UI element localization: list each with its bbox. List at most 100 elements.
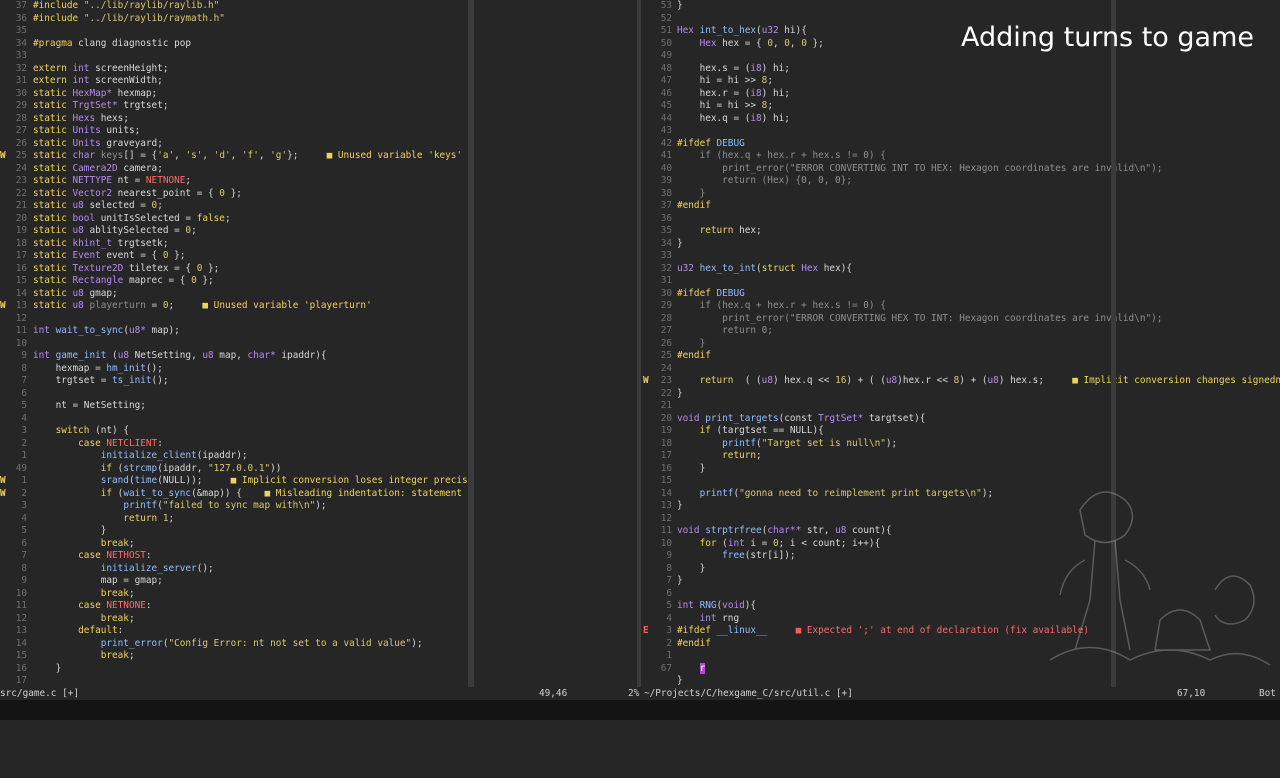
code-line[interactable]: 11 int wait_to_sync(u8* map);	[0, 325, 470, 338]
code-text[interactable]: }	[677, 388, 683, 401]
code-line[interactable]: 19 static u8 ablitySelected = 0;	[0, 225, 470, 238]
code-text[interactable]: }	[33, 663, 62, 676]
code-line[interactable]: 18 printf("Target set is null\n");	[641, 438, 1280, 451]
code-line[interactable]: W 25 static char keys[] = {'a', 's', 'd', …	[0, 150, 470, 163]
code-text[interactable]: initialize_server();	[33, 563, 214, 576]
code-text[interactable]: Hex hex = { 0, 0, 0 };	[677, 38, 824, 51]
command-line[interactable]	[0, 700, 1280, 720]
code-line[interactable]: 3 switch (nt) {	[0, 425, 470, 438]
code-line[interactable]: 32 extern int screenHeight;	[0, 63, 470, 76]
code-line[interactable]: 16 }	[0, 663, 470, 676]
code-text[interactable]: static Hexs hexs;	[33, 113, 129, 126]
code-text[interactable]: int wait_to_sync(u8* map);	[33, 325, 180, 338]
code-text[interactable]: static Units graveyard;	[33, 138, 163, 151]
code-line[interactable]: 30 #ifdef DEBUG	[641, 288, 1280, 301]
code-text[interactable]: switch (nt) {	[33, 425, 129, 438]
code-line[interactable]: 1 initialize_client(ipaddr);	[0, 450, 470, 463]
code-line[interactable]: 45 hi = hi >> 8;	[641, 100, 1280, 113]
code-line[interactable]: 8 hexmap = hm_init();	[0, 363, 470, 376]
code-text[interactable]: static Texture2D tiletex = { 0 };	[33, 263, 219, 276]
code-text[interactable]: #endif	[677, 200, 711, 213]
code-line[interactable]: W2 if (wait_to_sync(&map)) { ■ Misleadin…	[0, 488, 470, 501]
code-line[interactable]: 26 static Units graveyard;	[0, 138, 470, 151]
code-line[interactable]: 24 static Camera2D camera;	[0, 163, 470, 176]
code-text[interactable]: static u8 ablitySelected = 0;	[33, 225, 197, 238]
code-line[interactable]: 29 if (hex.q + hex.r + hex.s != 0) {	[641, 300, 1280, 313]
code-text[interactable]: void strptrfree(char** str, u8 count){	[677, 525, 892, 538]
code-line[interactable]: 10	[0, 338, 470, 351]
code-text[interactable]: static HexMap* hexmap;	[33, 88, 157, 101]
code-line[interactable]: 29 static TrgtSet* trgtset;	[0, 100, 470, 113]
code-text[interactable]: static bool unitIsSelected = false;	[33, 213, 231, 226]
code-line[interactable]: 44 hex.q = (i8) hi;	[641, 113, 1280, 126]
code-text[interactable]: #ifdef __linux__ ■ Expected ';' at end o…	[677, 625, 1089, 638]
code-line[interactable]: 18 static khint_t trgtsetk;	[0, 238, 470, 251]
code-line[interactable]: 9 int game_init (u8 NetSetting, u8 map, c…	[0, 350, 470, 363]
code-line[interactable]: 8 initialize_server();	[0, 563, 470, 576]
code-text[interactable]: int rng	[677, 613, 740, 626]
code-line[interactable]: 19 if (targtset == NULL){	[641, 425, 1280, 438]
code-text[interactable]: #include "../lib/raylib/raylib.h"	[33, 0, 219, 13]
code-line[interactable]: 49 if (strcmp(ipaddr, "127.0.0.1"))	[0, 463, 470, 476]
code-text[interactable]: #pragma clang diagnostic pop	[33, 38, 191, 51]
code-text[interactable]: srand(time(NULL)); ■ Implicit conversion…	[33, 475, 470, 488]
code-line[interactable]: 37 #endif	[641, 200, 1280, 213]
code-text[interactable]: static u8 selected = 0;	[33, 200, 163, 213]
code-text[interactable]: return 0;	[677, 325, 773, 338]
code-text[interactable]: static khint_t trgtsetk;	[33, 238, 168, 251]
code-line[interactable]: 2 case NETCLIENT:	[0, 438, 470, 451]
code-text[interactable]: return;	[677, 450, 762, 463]
code-text[interactable]: static Vector2 nearest_point = { 0 };	[33, 188, 242, 201]
code-text[interactable]: #include "../lib/raylib/raymath.h"	[33, 13, 225, 26]
code-text[interactable]: }	[677, 188, 706, 201]
code-text[interactable]: }	[677, 675, 683, 687]
code-line[interactable]: 46 hex.r = (i8) hi;	[641, 88, 1280, 101]
code-line[interactable]: 53}	[641, 0, 1280, 13]
code-line[interactable]: 4 return 1;	[0, 513, 470, 526]
code-text[interactable]: return hex;	[677, 225, 762, 238]
code-text[interactable]: for (int i = 0; i < count; i++){	[677, 538, 881, 551]
code-line[interactable]: 35 return hex;	[641, 225, 1280, 238]
code-line[interactable]: 11 case NETNONE:	[0, 600, 470, 613]
code-line[interactable]: 36	[641, 213, 1280, 226]
code-line[interactable]: 33	[0, 50, 470, 63]
code-line[interactable]: 16 static Texture2D tiletex = { 0 };	[0, 263, 470, 276]
code-text[interactable]: initialize_client(ipaddr);	[33, 450, 248, 463]
code-text[interactable]: extern int screenWidth;	[33, 75, 163, 88]
code-line[interactable]: 3 printf("failed to sync map with\n");	[0, 500, 470, 513]
code-line[interactable]: 7 trgtset = ts_init();	[0, 375, 470, 388]
code-line[interactable]: 14 static u8 gmap;	[0, 288, 470, 301]
code-text[interactable]: static u8 playerturn = 0; ■ Unused varia…	[33, 300, 372, 313]
code-line[interactable]: 22 static Vector2 nearest_point = { 0 };	[0, 188, 470, 201]
code-line[interactable]: 28 static Hexs hexs;	[0, 113, 470, 126]
code-text[interactable]: }	[677, 563, 706, 576]
code-line[interactable]: 5 }	[0, 525, 470, 538]
code-text[interactable]: static Rectangle maprec = { 0 };	[33, 275, 214, 288]
code-line[interactable]: 6	[0, 388, 470, 401]
code-line[interactable]: 33	[641, 250, 1280, 263]
code-line[interactable]: 25 #endif	[641, 350, 1280, 363]
code-line[interactable]: W1 srand(time(NULL)); ■ Implicit convers…	[0, 475, 470, 488]
code-text[interactable]: print_error("Config Error: nt not set to…	[33, 638, 423, 651]
pane-divider[interactable]	[468, 0, 474, 687]
editor-pane-left[interactable]: 37 #include "../lib/raylib/raylib.h" 36 #in…	[0, 0, 470, 687]
code-text[interactable]: hex.s = (i8) hi;	[677, 63, 790, 76]
code-text[interactable]: static char keys[] = {'a', 's', 'd', 'f'…	[33, 150, 462, 163]
code-line[interactable]: W 13 static u8 playerturn = 0; ■ Unused va…	[0, 300, 470, 313]
code-line[interactable]: 21 static u8 selected = 0;	[0, 200, 470, 213]
code-line[interactable]: 41 if (hex.q + hex.r + hex.s != 0) {	[641, 150, 1280, 163]
code-line[interactable]: 15 static Rectangle maprec = { 0 };	[0, 275, 470, 288]
code-text[interactable]: #ifdef DEBUG	[677, 288, 745, 301]
code-text[interactable]: r	[677, 662, 706, 676]
code-text[interactable]: map = gmap;	[33, 575, 163, 588]
code-text[interactable]: }	[677, 500, 683, 513]
code-line[interactable]: 22}	[641, 388, 1280, 401]
code-line[interactable]: 32 u32 hex_to_int(struct Hex hex){	[641, 263, 1280, 276]
code-text[interactable]: static Event event = { 0 };	[33, 250, 185, 263]
code-text[interactable]: static Units units;	[33, 125, 140, 138]
code-line[interactable]: 6 break;	[0, 538, 470, 551]
code-text[interactable]: int RNG(void){	[677, 600, 756, 613]
code-text[interactable]: static u8 gmap;	[33, 288, 118, 301]
code-line[interactable]: W 23 return ( (u8) hex.q << 16) + ( (u8)h…	[641, 375, 1280, 388]
code-line[interactable]: 27 static Units units;	[0, 125, 470, 138]
